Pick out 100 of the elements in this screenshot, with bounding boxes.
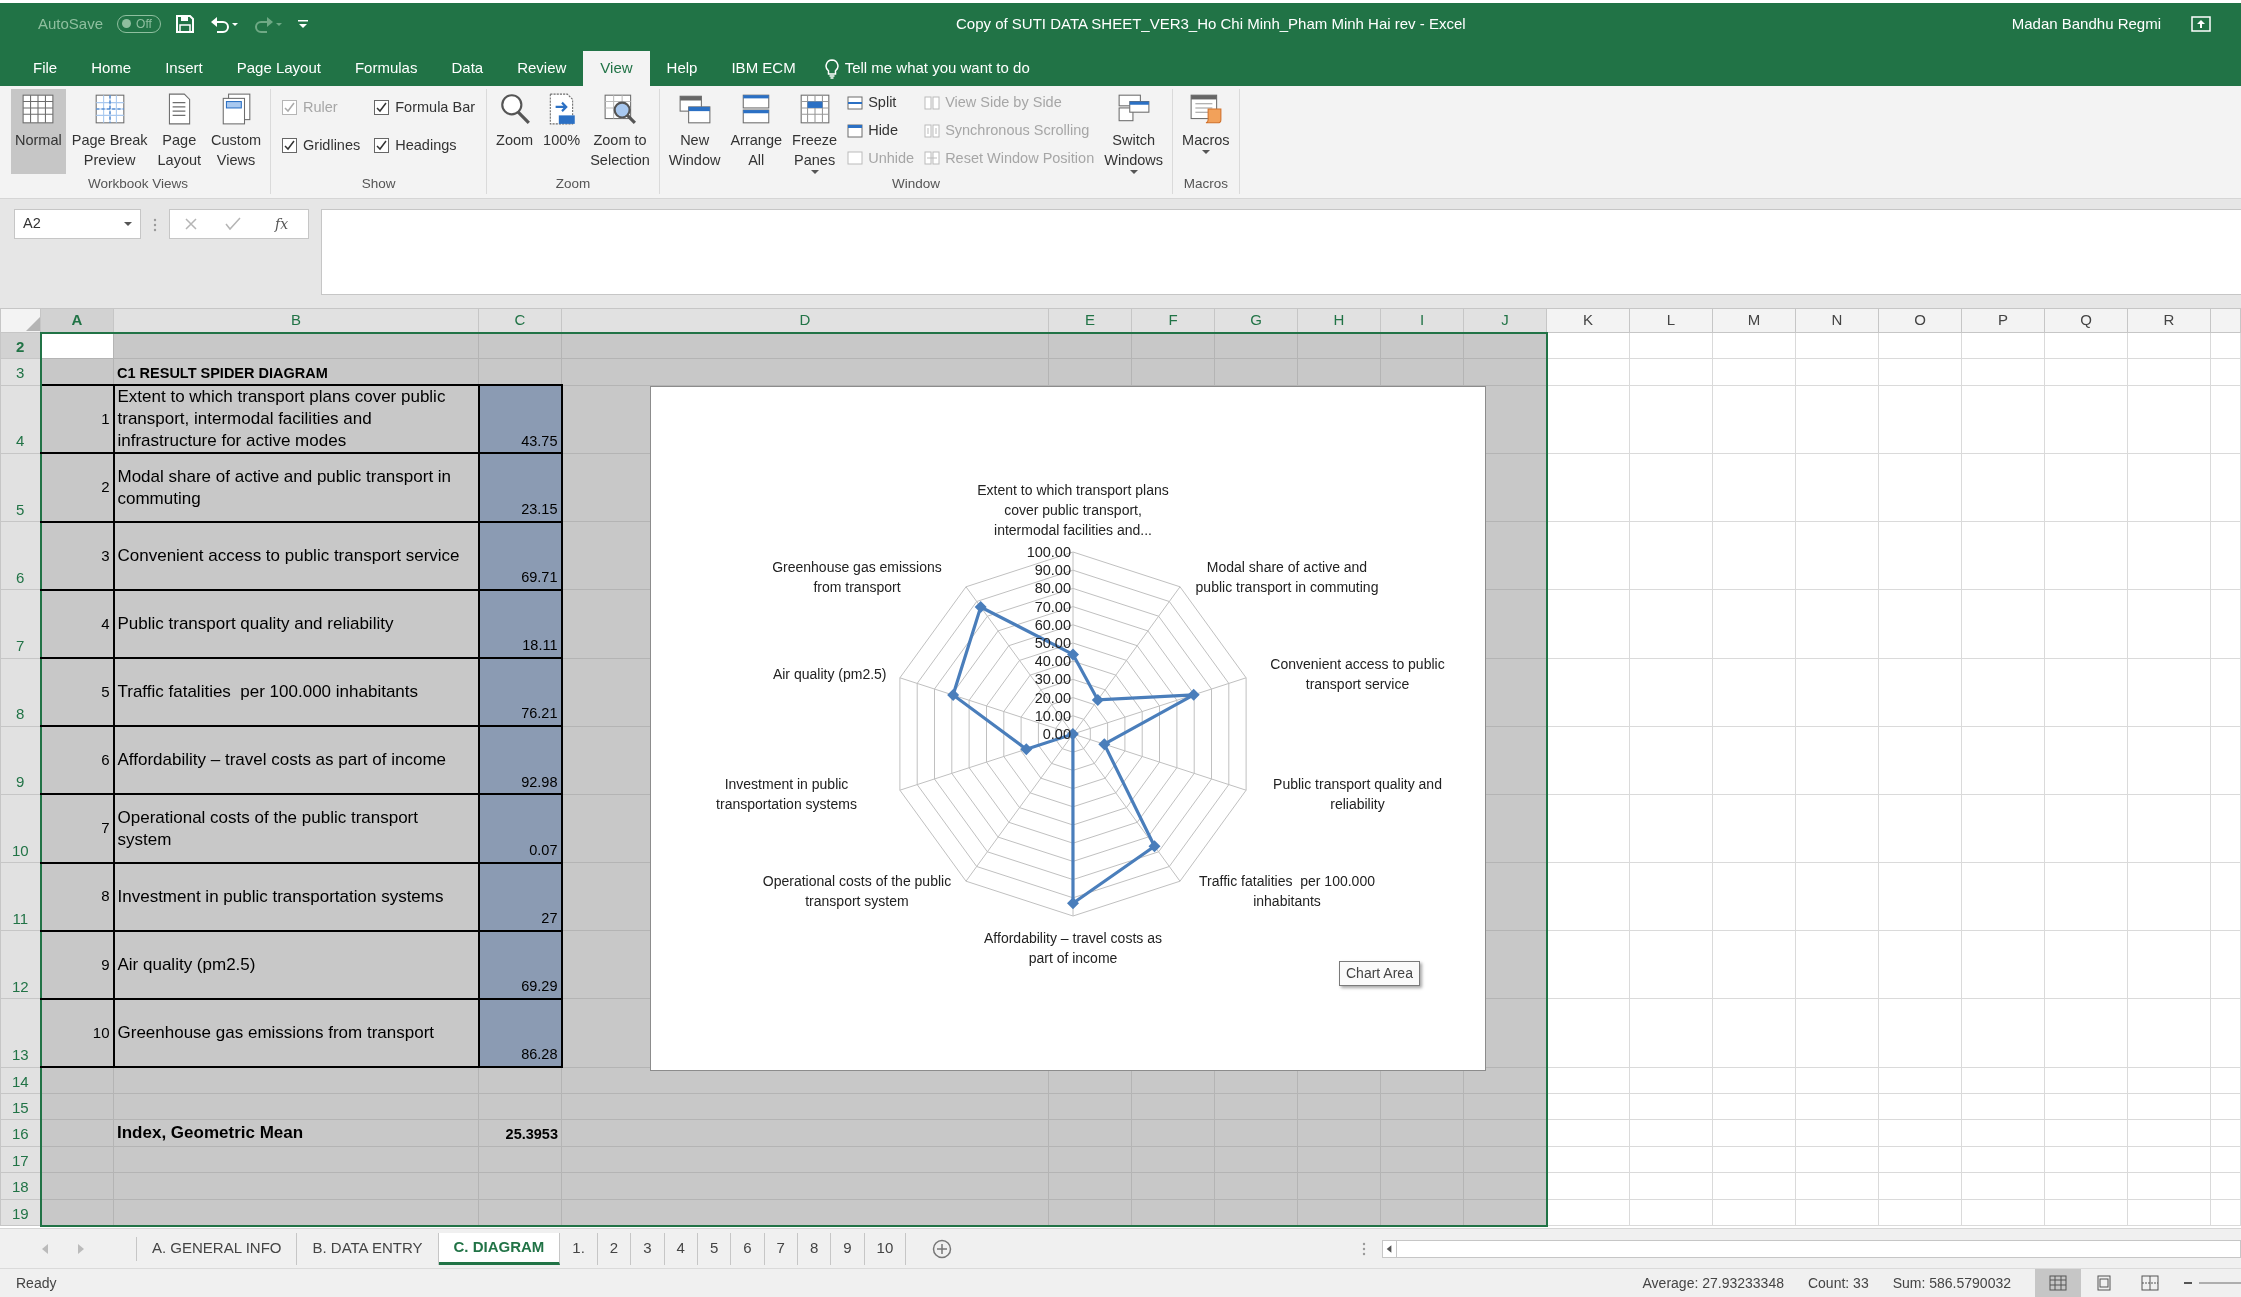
menu-tab[interactable]: Review	[500, 51, 584, 86]
cell[interactable]: 76.21	[521, 705, 558, 722]
ribbon-button[interactable]: Page Layout	[153, 89, 206, 174]
sheet-tab[interactable]: 4	[664, 1232, 698, 1265]
checkbox[interactable]	[374, 100, 390, 116]
cell[interactable]: 18.11	[522, 637, 558, 654]
column-header[interactable]: M	[1712, 308, 1796, 333]
row-header[interactable]: 7	[0, 589, 41, 659]
row-header[interactable]: 19	[0, 1199, 41, 1226]
insert-function-button[interactable]: fx	[269, 212, 295, 236]
cell[interactable]: 7	[101, 819, 110, 837]
cell[interactable]: 10	[92, 1023, 110, 1041]
sheet-tab[interactable]: C. DIAGRAM	[438, 1232, 561, 1265]
cell[interactable]: 4	[101, 614, 110, 632]
column-header[interactable]: O	[1878, 308, 1962, 333]
menu-tab[interactable]: Page Layout	[219, 51, 338, 86]
column-header[interactable]: E	[1048, 308, 1132, 333]
sheet-tab[interactable]: 5	[697, 1232, 732, 1265]
row-header[interactable]: 16	[0, 1119, 41, 1147]
row-header[interactable]: 12	[0, 930, 41, 999]
cell[interactable]: 1	[101, 410, 110, 428]
ribbon-button[interactable]: Custom Views	[207, 89, 266, 174]
column-header[interactable]: I	[1380, 308, 1464, 333]
zoom-slider-track[interactable]	[2199, 1281, 2241, 1285]
sheet-tab[interactable]: 8	[797, 1232, 832, 1265]
column-header[interactable]: H	[1297, 308, 1381, 333]
ribbon-button[interactable]: Zoom	[492, 89, 538, 174]
ribbon-button[interactable]: 100%	[539, 89, 585, 174]
cell[interactable]: 27	[541, 910, 558, 927]
cell[interactable]: 92.98	[521, 773, 558, 790]
menu-tab[interactable]: Help	[649, 51, 715, 86]
ribbon-display-icon[interactable]	[2191, 16, 2211, 32]
ribbon-button[interactable]: Split	[843, 91, 919, 115]
cell[interactable]: 3	[101, 546, 110, 564]
row-header[interactable]: 9	[0, 726, 41, 795]
ribbon-button[interactable]: Arrange All	[726, 89, 787, 174]
ribbon-button[interactable]: New Window	[664, 89, 725, 174]
row-header[interactable]: 5	[0, 453, 41, 522]
row-header[interactable]: 11	[0, 862, 41, 931]
menu-tab[interactable]: IBM ECM	[714, 51, 813, 86]
horizontal-scrollbar[interactable]	[1382, 1239, 2241, 1258]
checkbox[interactable]	[374, 138, 390, 154]
column-header[interactable]: R	[2127, 308, 2211, 333]
row-header[interactable]: 13	[0, 998, 41, 1068]
row-header[interactable]: 4	[0, 385, 41, 454]
column-header[interactable]: C	[478, 308, 562, 333]
menu-tab[interactable]: File	[16, 51, 75, 86]
save-icon[interactable]	[174, 14, 195, 34]
checkbox[interactable]	[282, 138, 298, 154]
ribbon-button[interactable]: Page Break Preview	[67, 89, 152, 174]
row-header[interactable]: 18	[0, 1172, 41, 1200]
sheet-tab[interactable]: A. GENERAL INFO	[137, 1232, 298, 1265]
name-box[interactable]: A2	[14, 209, 141, 239]
cell[interactable]: 5	[101, 682, 110, 700]
cell[interactable]: 0.07	[529, 841, 558, 858]
tell-me-field[interactable]: Tell me what you want to do	[842, 56, 1103, 81]
column-header[interactable]: A	[40, 308, 114, 333]
row-header[interactable]: 6	[0, 521, 41, 590]
view-button[interactable]	[2035, 1268, 2081, 1297]
cell[interactable]: 23.15	[521, 500, 558, 517]
row-header[interactable]: 14	[0, 1067, 41, 1094]
column-header[interactable]: N	[1795, 308, 1879, 333]
sheet-tab[interactable]: 1.	[560, 1232, 598, 1265]
cell[interactable]: 6	[101, 751, 110, 769]
ribbon-button[interactable]: Hide	[843, 118, 919, 143]
row-header[interactable]: 17	[0, 1146, 41, 1173]
cell[interactable]: 9	[101, 955, 110, 973]
cell[interactable]: 69.71	[521, 569, 558, 586]
chart-area[interactable]	[650, 386, 1486, 1071]
ribbon-button[interactable]: Zoom to Selection	[586, 89, 654, 174]
drag-handle-icon[interactable]	[1362, 1240, 1367, 1257]
cell[interactable]: 86.28	[521, 1046, 558, 1063]
ribbon-button[interactable]: Normal	[11, 89, 66, 174]
row-header[interactable]: 8	[0, 658, 41, 727]
menu-tab[interactable]: Home	[74, 51, 149, 86]
column-header[interactable]: B	[113, 308, 479, 333]
column-header[interactable]: G	[1214, 308, 1298, 333]
sheet-tab[interactable]: 3	[631, 1232, 665, 1265]
row-header[interactable]: 3	[0, 358, 41, 386]
menu-tab[interactable]: View	[583, 51, 650, 86]
cell[interactable]: 2	[101, 478, 110, 496]
menu-tab[interactable]: Formulas	[337, 51, 435, 86]
cell[interactable]: 43.75	[521, 432, 558, 449]
column-header[interactable]: J	[1463, 308, 1547, 333]
column-header[interactable]: P	[1961, 308, 2045, 333]
cell[interactable]: 8	[101, 887, 110, 905]
customize-icon[interactable]	[296, 18, 309, 30]
ribbon-button[interactable]: Freeze Panes	[788, 89, 842, 174]
ribbon-button[interactable]: Switch Windows	[1100, 89, 1168, 174]
row-header[interactable]: 10	[0, 794, 41, 863]
sheet-tab[interactable]: 7	[764, 1232, 798, 1265]
column-header[interactable]: Q	[2044, 308, 2128, 333]
column-header[interactable]: D	[561, 308, 1049, 333]
column-header[interactable]: K	[1546, 308, 1630, 333]
sheet-tab[interactable]: B. DATA ENTRY	[297, 1232, 439, 1265]
column-header[interactable]: F	[1131, 308, 1215, 333]
column-header[interactable]: L	[1629, 308, 1713, 333]
cell[interactable]: 69.29	[521, 978, 558, 995]
sheet-tab[interactable]: 9	[831, 1232, 865, 1265]
sheet-tab[interactable]: 6	[731, 1232, 765, 1265]
